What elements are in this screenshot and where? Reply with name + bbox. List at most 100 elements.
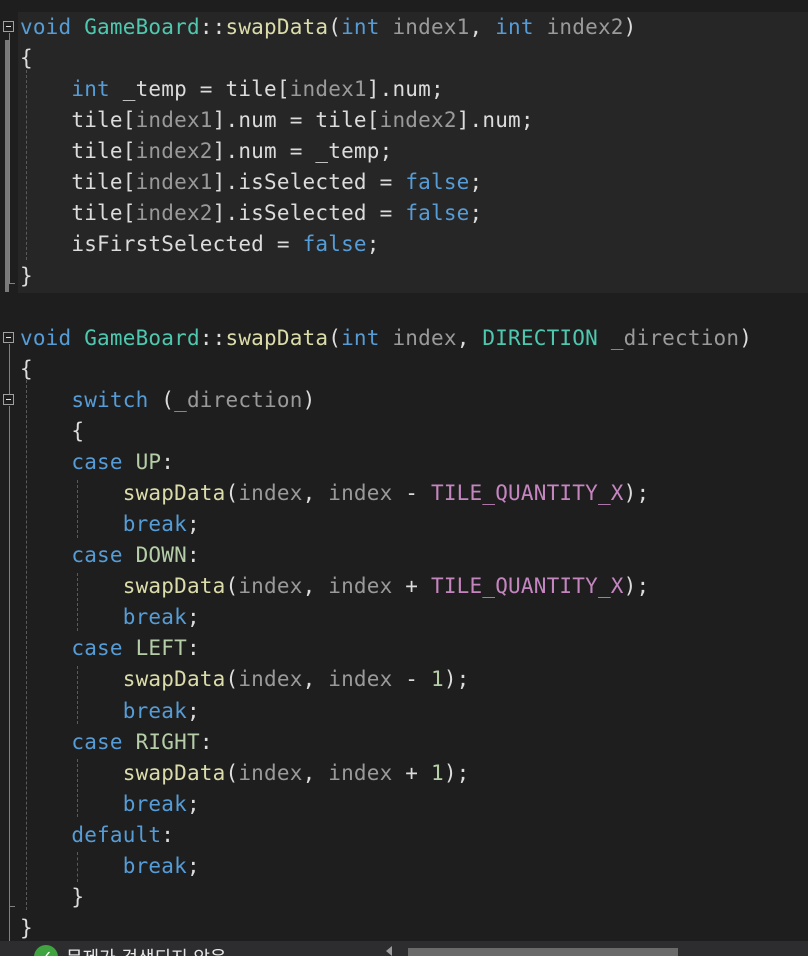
code-line[interactable]: tile[index2].num = _temp; <box>20 136 392 167</box>
collapse-function-icon[interactable] <box>3 332 14 343</box>
code-token-keyword: case <box>71 543 123 568</box>
code-token-plain: :: <box>199 15 226 39</box>
collapse-function-icon[interactable] <box>3 21 14 32</box>
code-token-plain: ; <box>186 853 200 878</box>
code-line[interactable]: case DOWN: <box>20 540 200 571</box>
code-token-plain: tile[ <box>20 201 136 226</box>
code-token-keyword: int <box>341 325 380 350</box>
code-token-keyword: false <box>405 170 470 195</box>
code-line[interactable]: break; <box>20 509 200 540</box>
code-token-macro: TILE_QUANTITY_X <box>431 574 624 599</box>
code-line[interactable]: swapData(index, index - TILE_QUANTITY_X)… <box>20 478 649 509</box>
code-line[interactable]: { <box>20 43 33 74</box>
collapse-switch-icon[interactable] <box>3 394 14 405</box>
code-token-plain: : <box>186 543 200 568</box>
code-token-keyword: int <box>71 77 110 102</box>
code-line[interactable]: tile[index1].num = tile[index2].num; <box>20 105 534 136</box>
code-token-keyword: default <box>71 822 162 847</box>
code-token-plain: , <box>302 481 329 506</box>
code-token-plain: tile[ <box>20 170 136 195</box>
outline-line <box>9 344 10 394</box>
code-token-plain: ].num = tile[ <box>212 108 380 133</box>
horizontal-scrollbar-thumb[interactable] <box>408 948 678 956</box>
issues-status[interactable]: 문제가 검색되지 않음 <box>66 944 226 956</box>
code-line[interactable]: swapData(index, index - 1); <box>20 664 470 695</box>
code-token-plain: , <box>302 574 329 599</box>
code-line[interactable]: break; <box>20 696 200 727</box>
code-token-plain: { <box>20 46 33 71</box>
outline-line <box>9 33 10 283</box>
code-line[interactable]: } <box>20 261 33 292</box>
code-line[interactable]: case LEFT: <box>20 633 200 664</box>
code-line[interactable]: case RIGHT: <box>20 727 213 758</box>
code-token-plain: + <box>392 760 431 785</box>
code-token-plain: ); <box>443 760 470 785</box>
code-token-plain: ) <box>623 15 637 39</box>
code-line[interactable]: switch (_direction) <box>20 385 315 416</box>
code-token-enum: RIGHT <box>135 729 200 754</box>
code-token-plain: tile[ <box>20 139 136 164</box>
code-token-plain: ( <box>225 574 239 599</box>
code-token-plain: , <box>302 667 329 692</box>
code-line[interactable]: break; <box>20 851 200 882</box>
code-token-plain: , <box>456 325 483 350</box>
code-line[interactable]: case UP: <box>20 447 174 478</box>
scroll-left-icon[interactable] <box>386 946 392 956</box>
code-token-plain: - <box>392 481 431 506</box>
code-token-plain: ; <box>469 201 483 226</box>
code-line[interactable]: tile[index2].isSelected = false; <box>20 198 482 229</box>
code-token-function: swapData <box>122 760 226 785</box>
code-token-plain: ); <box>623 481 650 506</box>
code-token-keyword: case <box>71 449 123 474</box>
code-token-function: swapData <box>122 667 226 692</box>
code-line[interactable]: swapData(index, index + 1); <box>20 758 470 789</box>
code-token-parameter: index2 <box>546 15 624 39</box>
code-token-plain: ( <box>225 481 239 506</box>
code-token-plain: ].isSelected = <box>212 170 406 195</box>
code-token-macro: TILE_QUANTITY_X <box>431 481 624 506</box>
code-token-keyword: void <box>20 325 72 350</box>
code-token-function: swapData <box>225 325 329 350</box>
code-token-parameter: index <box>238 667 303 692</box>
code-line[interactable]: void GameBoard::swapData(int index1, int… <box>20 12 637 43</box>
code-editor[interactable]: void GameBoard::swapData(int index1, int… <box>0 0 808 941</box>
code-line[interactable]: } <box>20 913 33 944</box>
code-line[interactable]: void GameBoard::swapData(int index, DIRE… <box>20 323 752 354</box>
code-line[interactable]: tile[index1].isSelected = false; <box>20 167 482 198</box>
code-token-type: GameBoard <box>84 325 200 350</box>
code-token-keyword: case <box>71 729 123 754</box>
code-line[interactable]: swapData(index, index + TILE_QUANTITY_X)… <box>20 571 649 602</box>
code-token-number: 1 <box>431 667 444 692</box>
code-line[interactable]: break; <box>20 602 200 633</box>
code-token-plain: :: <box>199 325 226 350</box>
code-token-plain: ) <box>302 387 316 412</box>
code-token-enum: LEFT <box>135 636 187 661</box>
code-token-plain: tile[ <box>20 108 136 133</box>
code-token-parameter: _direction <box>174 387 303 412</box>
code-line[interactable]: isFirstSelected = false; <box>20 229 380 260</box>
code-token-plain: ].isSelected = <box>212 201 406 226</box>
code-token-keyword: break <box>122 512 187 537</box>
code-token-plain: , <box>469 15 496 39</box>
code-line[interactable]: { <box>20 416 84 447</box>
code-token-parameter: index <box>328 760 393 785</box>
code-line[interactable]: int _temp = tile[index1].num; <box>20 74 444 105</box>
code-token-parameter: index1 <box>135 170 213 195</box>
code-line[interactable]: { <box>20 354 33 385</box>
code-token-plain: { <box>20 418 85 443</box>
code-token-number: 1 <box>431 760 444 785</box>
code-line[interactable]: default: <box>20 820 174 851</box>
code-token-plain: ].num; <box>456 108 534 133</box>
code-token-function: swapData <box>122 574 226 599</box>
code-line[interactable]: break; <box>20 789 200 820</box>
code-line[interactable]: } <box>20 882 84 913</box>
